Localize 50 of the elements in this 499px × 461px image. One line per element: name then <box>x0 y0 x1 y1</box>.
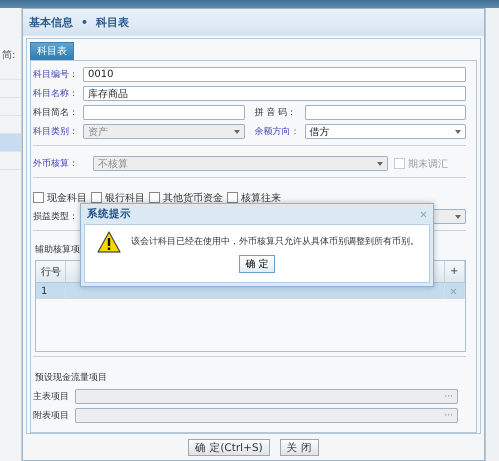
breadcrumb-item: 基本信息 <box>29 15 73 30</box>
input-field[interactable] <box>304 105 466 120</box>
breadcrumb-item: 科目表 <box>96 15 130 30</box>
checkbox-label: 期末调汇 <box>408 158 448 170</box>
row-number: 1 <box>36 283 66 299</box>
field-label: 余额方向： <box>254 126 300 138</box>
section-title: 辅助核算项 <box>35 244 80 256</box>
field-label: 附表项目 <box>33 410 70 422</box>
browse-button[interactable]: ··· <box>444 392 453 402</box>
dialog-button[interactable]: 确 定(Ctrl+S) <box>188 439 270 456</box>
dialog-message: 该会计科目已经在使用中，外币核算只允许从具体币别调整到所有币别。 <box>131 236 419 248</box>
checkbox-label: 核算往来 <box>241 192 281 204</box>
ok-button[interactable]: 确 定 <box>239 255 275 273</box>
dialog-title: 系统提示 <box>87 207 131 221</box>
dialog-button[interactable]: 关 闭 <box>280 439 320 456</box>
field-label: 科目编号： <box>33 68 79 81</box>
checkbox-label: 现金科目 <box>47 192 87 204</box>
input-field[interactable]: 0010 <box>83 67 466 82</box>
field-label: 拼 音 码： <box>254 106 298 119</box>
checkbox[interactable] <box>227 192 238 203</box>
checkbox[interactable] <box>33 192 44 203</box>
checkbox-label: 银行科目 <box>105 192 145 204</box>
caret-icon <box>377 162 383 166</box>
checkbox[interactable] <box>149 192 160 203</box>
breadcrumb-separator: • <box>81 16 88 29</box>
input-field[interactable]: 库存商品 <box>83 86 466 101</box>
dropdown[interactable]: 借方 <box>304 124 466 139</box>
list-row[interactable] <box>0 134 21 152</box>
checkbox[interactable] <box>91 192 102 203</box>
caret-icon <box>455 214 461 218</box>
field-label: 损益类型： <box>33 210 79 223</box>
input-field[interactable]: ··· <box>75 389 458 404</box>
field-label: 外币核算： <box>33 158 79 170</box>
close-icon[interactable] <box>420 210 427 218</box>
caret-icon <box>455 130 461 134</box>
column-header: 行号 <box>36 261 66 282</box>
input-field[interactable]: ··· <box>75 408 458 423</box>
field-label: 科目类别： <box>33 126 79 138</box>
add-row-button[interactable]: + <box>445 261 465 282</box>
caret-icon <box>234 130 240 134</box>
warning-icon <box>97 231 121 253</box>
delete-icon[interactable] <box>450 288 457 294</box>
input-field[interactable] <box>83 105 244 120</box>
checkbox-label: 其他货币资金 <box>163 192 223 204</box>
section-title: 预设现金流量项目 <box>35 372 107 384</box>
label-fragment: 简: <box>2 49 16 62</box>
field-label: 科目名称： <box>33 88 79 100</box>
field-label: 科目简名： <box>33 106 79 119</box>
field-label: 主表项目 <box>33 390 70 403</box>
browse-button[interactable]: ··· <box>444 410 453 420</box>
